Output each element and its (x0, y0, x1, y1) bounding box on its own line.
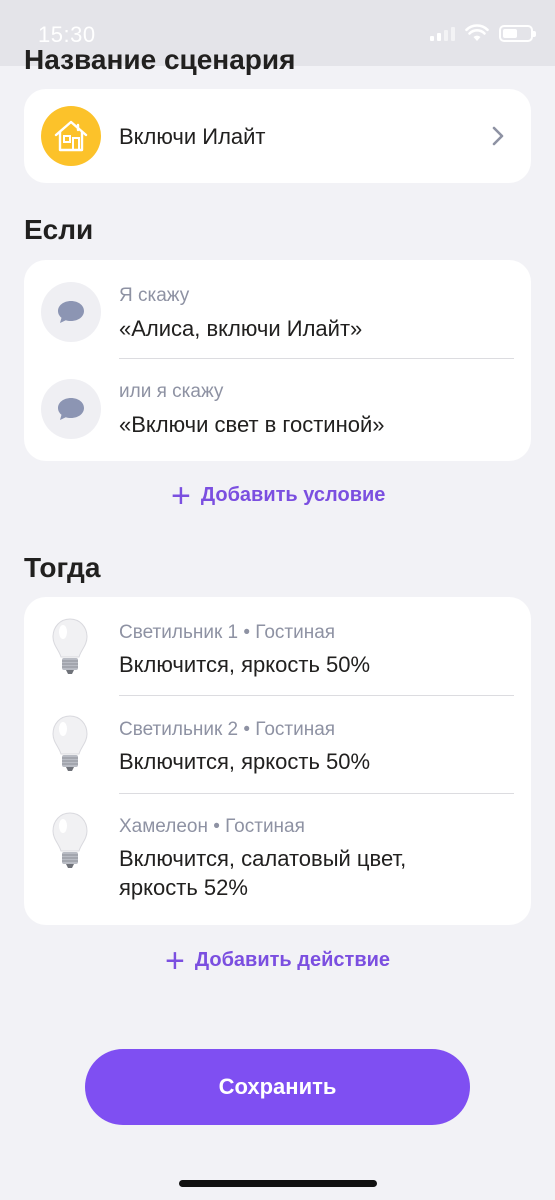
action-row[interactable]: Светильник 1 • Гостиная Включится, яркос… (24, 597, 531, 695)
speech-bubble-icon (41, 379, 101, 439)
actions-card: Светильник 1 • Гостиная Включится, яркос… (24, 597, 531, 925)
action-device: Светильник 2 • Гостиная (119, 719, 336, 740)
then-section-title: Тогда (24, 552, 101, 583)
add-action-button[interactable]: + Добавить действие (165, 941, 391, 980)
add-condition-button[interactable]: + Добавить условие (171, 476, 386, 515)
condition-caption: Я скажу (119, 285, 190, 306)
condition-caption: или я скажу (119, 381, 224, 402)
save-button[interactable]: Сохранить (85, 1049, 470, 1125)
condition-phrase: «Включи свет в гостиной» (119, 412, 385, 437)
condition-row[interactable]: или я скажу «Включи свет в гостиной» (24, 359, 531, 461)
action-result: Включится, яркость 50% (119, 749, 371, 774)
add-condition-label: Добавить условие (200, 484, 386, 506)
action-device: Хамелеон • Гостиная (119, 816, 305, 837)
scenario-name: Включи Илайт (119, 124, 266, 149)
scenario-section-title: Название сценария (24, 44, 296, 75)
conditions-card: Я скажу «Алиса, включи Илайт» или я скаж… (24, 260, 531, 461)
battery-icon (499, 24, 536, 42)
chevron-right-icon (492, 126, 504, 146)
action-result: Включится, яркость 50% (119, 652, 371, 677)
action-result-line-2: яркость 52% (119, 875, 248, 900)
action-result-line-1: Включится, салатовый цвет, (119, 846, 407, 871)
light-bulb-icon (52, 812, 88, 868)
action-row[interactable]: Хамелеон • Гостиная Включится, салатовый… (24, 794, 531, 925)
condition-row[interactable]: Я скажу «Алиса, включи Илайт» (24, 260, 531, 358)
add-action-label: Добавить действие (194, 949, 391, 971)
action-device: Светильник 1 • Гостиная (119, 622, 336, 643)
if-section-title: Если (24, 214, 94, 245)
wifi-icon (465, 24, 489, 41)
speech-bubble-icon (41, 282, 101, 342)
plus-icon: + (165, 941, 185, 980)
action-row[interactable]: Светильник 2 • Гостиная Включится, яркос… (24, 696, 531, 793)
condition-phrase: «Алиса, включи Илайт» (119, 316, 363, 341)
home-indicator (179, 1180, 377, 1187)
scenario-name-card[interactable]: Включи Илайт (24, 89, 531, 183)
light-bulb-icon (52, 715, 88, 771)
plus-icon: + (171, 476, 191, 515)
home-icon (41, 106, 101, 166)
light-bulb-icon (52, 618, 88, 674)
signal-icon (430, 25, 455, 41)
status-icons (430, 24, 536, 42)
